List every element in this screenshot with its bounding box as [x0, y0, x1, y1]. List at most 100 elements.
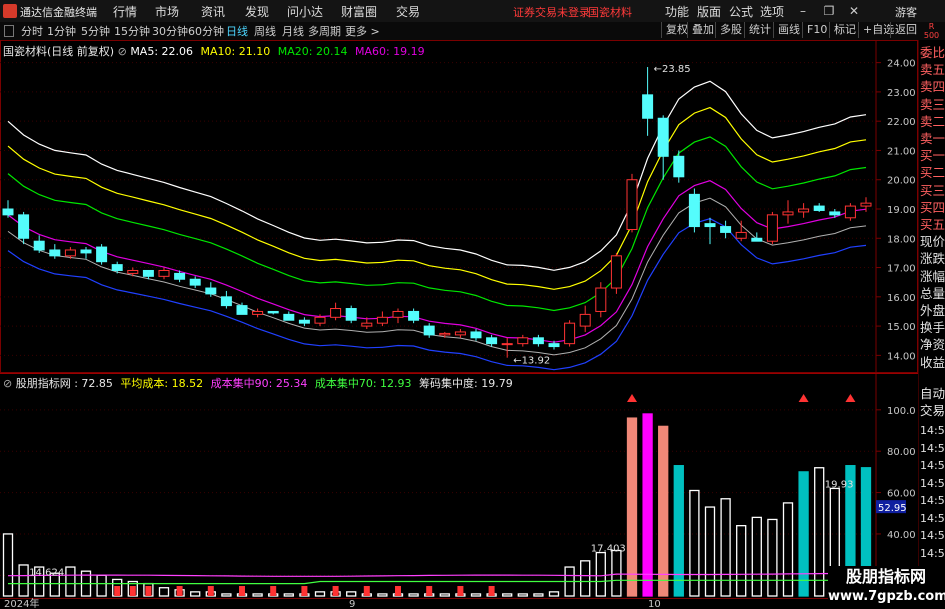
indicator-bar	[580, 560, 591, 597]
band-line	[7, 180, 867, 343]
close-icon[interactable]: ✕	[845, 2, 863, 20]
side-item[interactable]: 收益	[920, 355, 945, 371]
restore-icon[interactable]: ❐	[820, 2, 838, 20]
chart-area[interactable]: ←23.85 ←13.92 14.624 17.403 19.93 52.95 14.0…	[0, 40, 918, 609]
indicator-bar	[595, 551, 606, 597]
settings-icon[interactable]: ⊘	[118, 45, 131, 58]
btn-multi-stock[interactable]: 多股	[715, 22, 746, 38]
volume-red-bar	[332, 586, 339, 596]
menu-function[interactable]: 功能	[665, 3, 689, 20]
stock-name-notice: 国瓷材料	[588, 6, 632, 19]
main-legend: 国瓷材料(日线 前复权) ⊘ MA5: 22.06 MA10: 21.10 MA…	[3, 43, 425, 59]
tab-weekly[interactable]: 周线	[254, 23, 276, 39]
candle-body	[408, 310, 420, 321]
candle-body	[18, 214, 30, 239]
menu-trade[interactable]: 交易	[396, 3, 420, 20]
indicator-name: 股朋指标网 : 72.85	[15, 377, 113, 390]
volume-red-bar	[363, 586, 370, 596]
candle-body	[782, 211, 794, 216]
y-tick-label: 17.00	[887, 264, 916, 275]
sub-y-tick-label: 60.00	[887, 489, 916, 500]
side-item[interactable]: 卖一	[920, 131, 945, 147]
side-item-auto[interactable]: 交易	[920, 403, 945, 419]
side-item[interactable]: 卖三	[920, 97, 945, 113]
tab-more[interactable]: 更多 >	[345, 23, 380, 39]
y-tick-label: 24.00	[887, 59, 916, 70]
menu-layout[interactable]: 版面	[697, 3, 721, 20]
minimize-icon[interactable]: –	[794, 2, 812, 20]
signal-triangles	[627, 394, 856, 402]
bar-annotation: 17.403	[591, 544, 626, 555]
tab-daily[interactable]: 日线	[226, 23, 248, 39]
side-time-item: 14:56	[920, 494, 945, 507]
candle-body	[314, 316, 326, 324]
menu-wealth[interactable]: 财富圈	[341, 3, 377, 20]
side-item[interactable]: 现价	[920, 234, 945, 250]
menu-ask[interactable]: 问小达	[287, 3, 323, 20]
trade-login-notice[interactable]: 证券交易未登录	[513, 4, 590, 20]
side-item[interactable]: 卖二	[920, 114, 945, 130]
menu-news[interactable]: 资讯	[201, 3, 225, 20]
side-item[interactable]: 委比	[920, 45, 945, 61]
side-item[interactable]: 买五	[920, 217, 945, 233]
side-item[interactable]: 换手	[920, 320, 945, 336]
indicator-bar	[314, 591, 326, 597]
tab-1min[interactable]: 1分钟	[47, 23, 76, 39]
menu-formula[interactable]: 公式	[729, 3, 753, 20]
candle-body	[470, 331, 482, 339]
side-item[interactable]: 买一	[920, 148, 945, 164]
candle-body	[454, 331, 466, 336]
signal-triangle	[845, 394, 856, 402]
side-time-item: 14:56	[920, 546, 945, 560]
candle-body	[517, 337, 529, 345]
tab-30min[interactable]: 30分钟	[152, 23, 188, 39]
side-item[interactable]: 净资	[920, 337, 945, 353]
sub-legend: ⊘ 股朋指标网 : 72.85 平均成本: 18.52 成本集中90: 25.3…	[3, 375, 513, 391]
indicator-bar	[283, 593, 294, 597]
btn-mark[interactable]: 标记	[829, 22, 860, 38]
side-item[interactable]: 外盘	[920, 303, 945, 319]
candle-body	[595, 287, 607, 312]
volume-red-bar	[145, 586, 152, 596]
side-item[interactable]: 涨跌	[920, 251, 945, 267]
r-scale-badge[interactable]: R 500	[918, 22, 945, 40]
menu-market[interactable]: 市场	[155, 3, 179, 20]
side-item[interactable]: 卖五	[920, 62, 945, 78]
menu-quotes[interactable]: 行情	[113, 3, 137, 20]
guest-label[interactable]: 游客	[895, 4, 917, 20]
btn-draw[interactable]: 画线	[773, 22, 804, 38]
side-item-auto[interactable]: 自动	[920, 386, 945, 402]
tab-monthly[interactable]: 月线	[282, 23, 304, 39]
volume-red-bar	[114, 586, 121, 596]
indicator-bar	[533, 593, 544, 597]
tab-60min[interactable]: 60分钟	[188, 23, 224, 39]
side-item[interactable]: 买二	[920, 165, 945, 181]
candle-body	[392, 310, 404, 318]
side-item[interactable]: 买三	[920, 183, 945, 199]
side-item[interactable]: 涨幅	[920, 269, 945, 285]
btn-stats[interactable]: 统计	[744, 22, 775, 38]
menu-discover[interactable]: 发现	[245, 3, 269, 20]
y-tick-label: 18.00	[887, 234, 916, 245]
sub-settings-icon[interactable]: ⊘	[3, 377, 16, 390]
side-item[interactable]: 买四	[920, 200, 945, 216]
tab-multi-period[interactable]: 多周期	[308, 23, 341, 39]
candle-body	[579, 313, 591, 327]
tab-15min[interactable]: 15分钟	[114, 23, 150, 39]
date-label-2024: 2024年	[4, 597, 39, 609]
band-line	[7, 136, 867, 312]
candle-body	[80, 249, 92, 254]
candle-body	[361, 322, 373, 327]
indicator-bar	[439, 593, 450, 597]
side-item[interactable]: 总量	[920, 286, 945, 302]
btn-back[interactable]: 返回	[890, 22, 921, 38]
side-item[interactable]: 卖四	[920, 79, 945, 95]
tab-5min[interactable]: 5分钟	[81, 23, 110, 39]
tab-intraday[interactable]: 分时	[21, 23, 43, 39]
btn-overlay[interactable]: 叠加	[687, 22, 718, 38]
side-time-item: 14:56	[920, 529, 945, 542]
ma5-label: MA5: 22.06	[130, 45, 194, 58]
menu-options[interactable]: 选项	[760, 3, 784, 20]
candle-body	[829, 211, 841, 216]
btn-f10[interactable]: F10	[802, 22, 831, 38]
